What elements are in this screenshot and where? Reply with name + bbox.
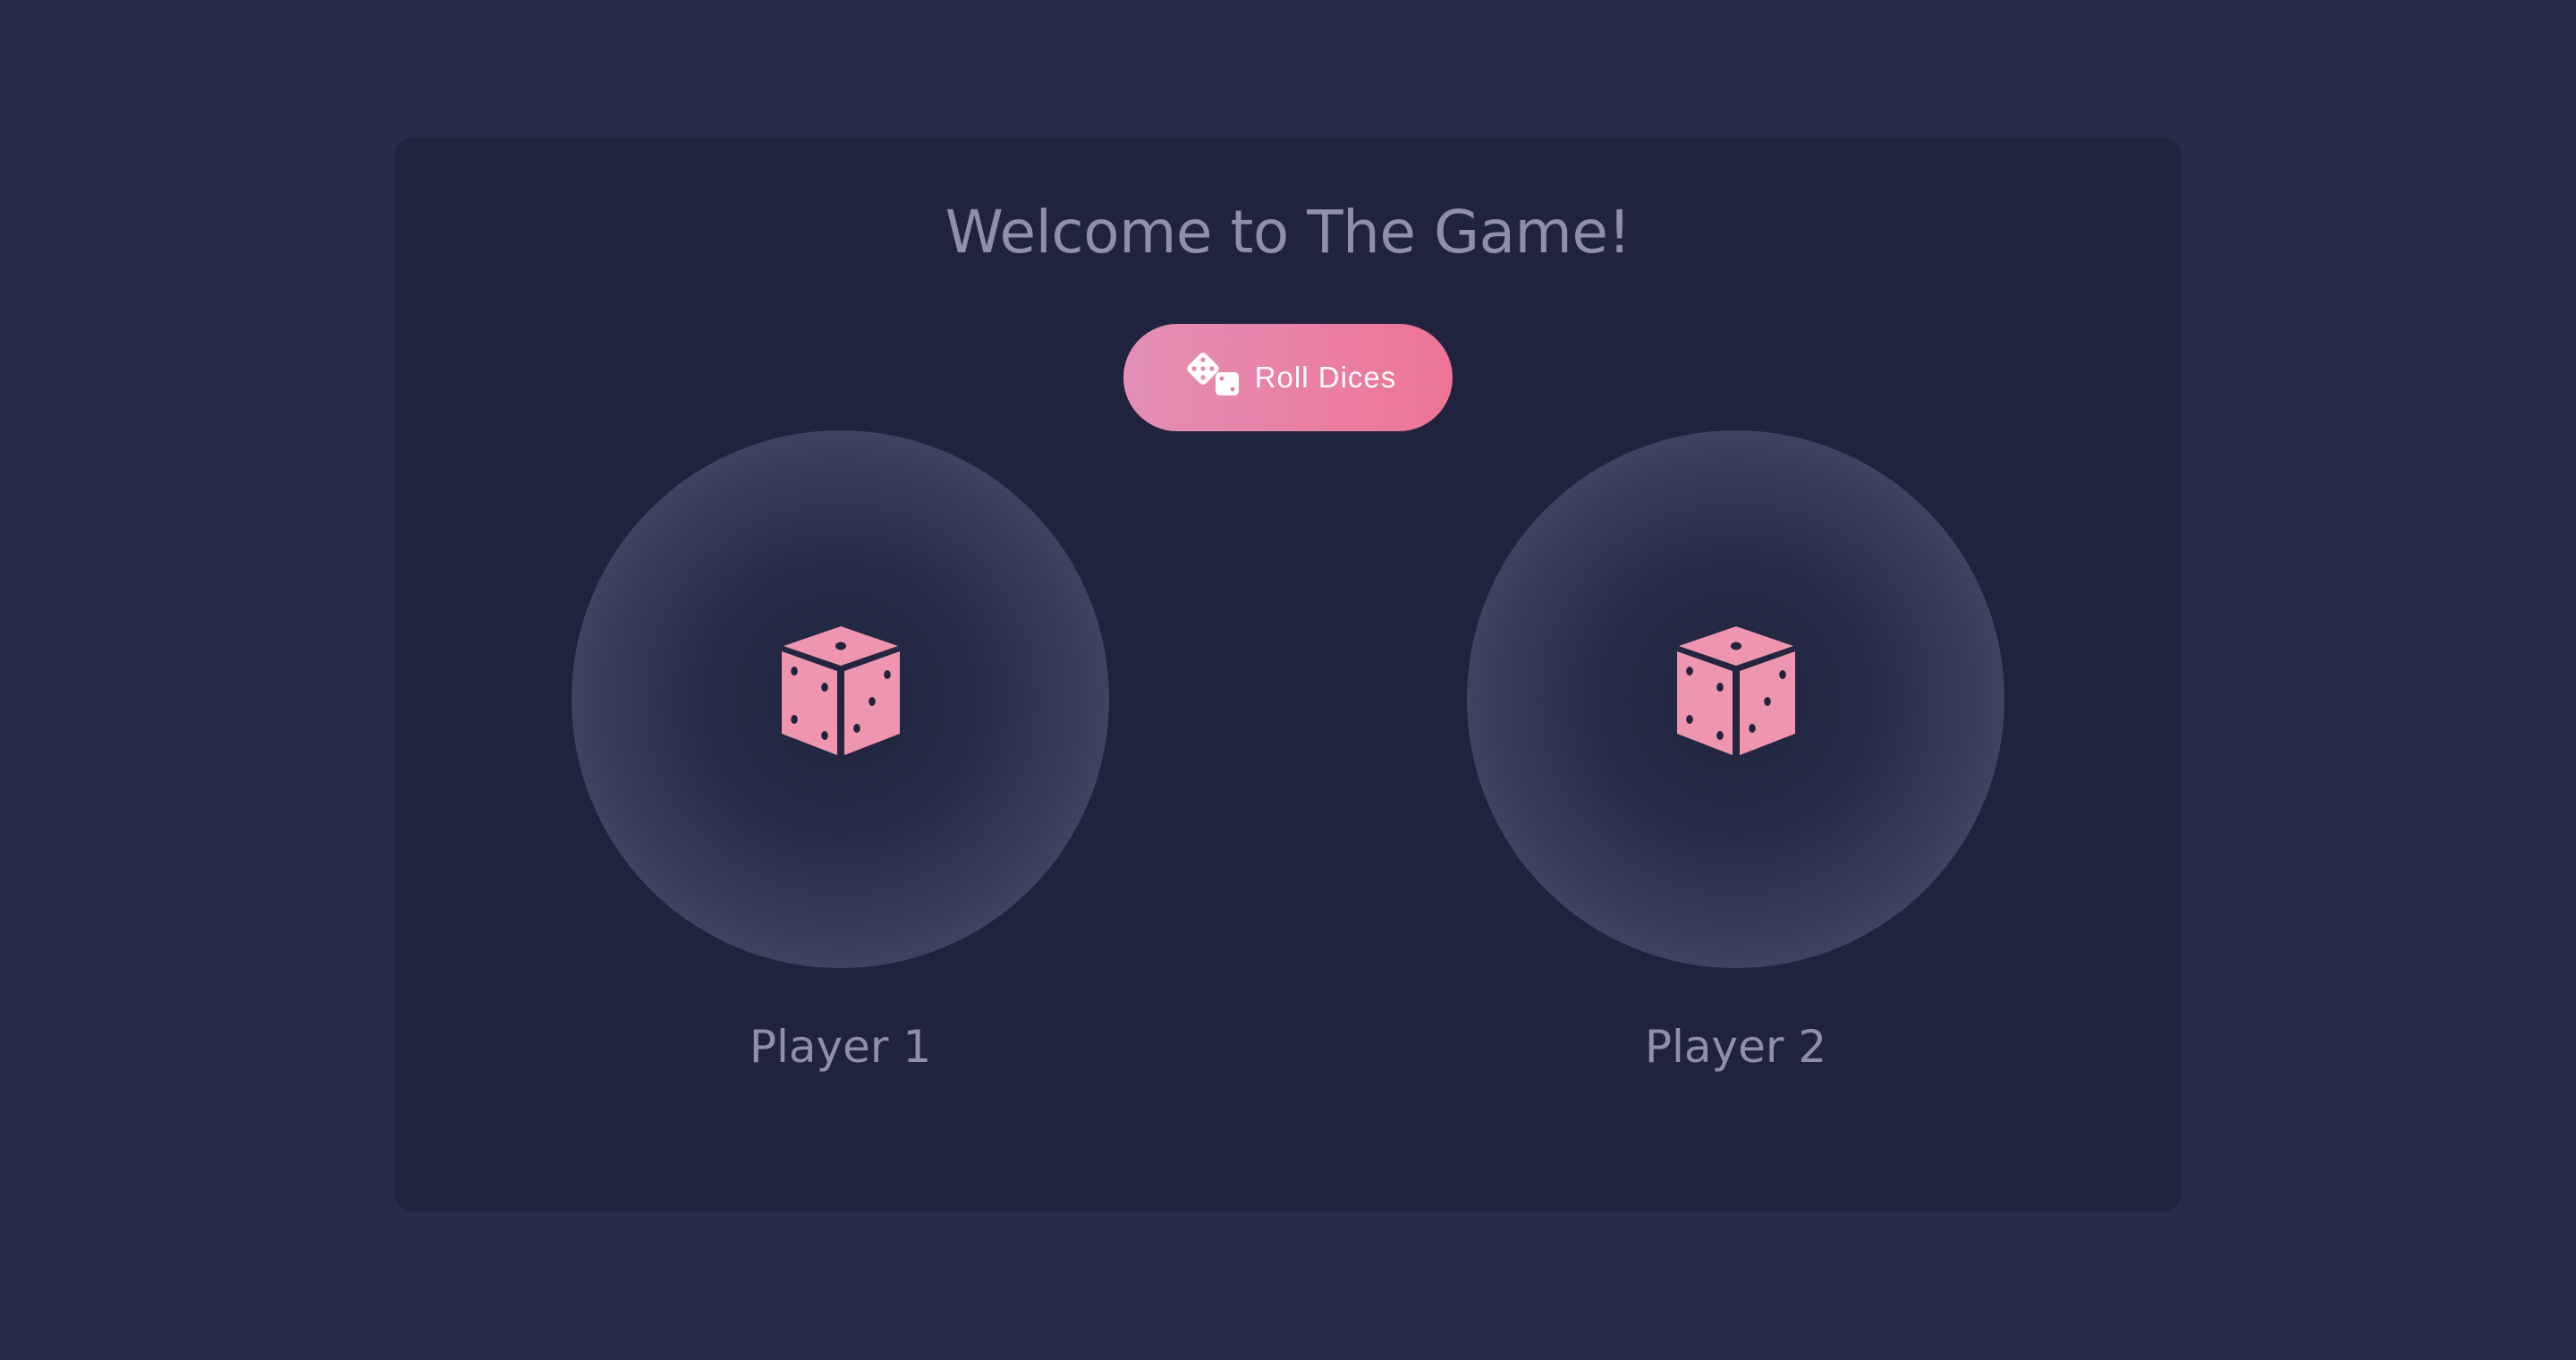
dice-pair-icon	[1185, 353, 1242, 399]
player-2-card: Player 2	[1467, 430, 2004, 1073]
player-1-dice-orb	[572, 430, 1109, 968]
player-2-dice-orb	[1467, 430, 2004, 968]
page-title: Welcome to The Game!	[945, 198, 1631, 267]
roll-dices-button[interactable]: Roll Dices	[1123, 324, 1453, 431]
player-1-card: Player 1	[572, 430, 1109, 1073]
player-1-label: Player 1	[749, 1021, 932, 1073]
die-icon	[782, 626, 900, 755]
roll-dices-label: Roll Dices	[1254, 361, 1397, 394]
die-icon	[1677, 626, 1795, 755]
player-2-label: Player 2	[1644, 1021, 1827, 1073]
